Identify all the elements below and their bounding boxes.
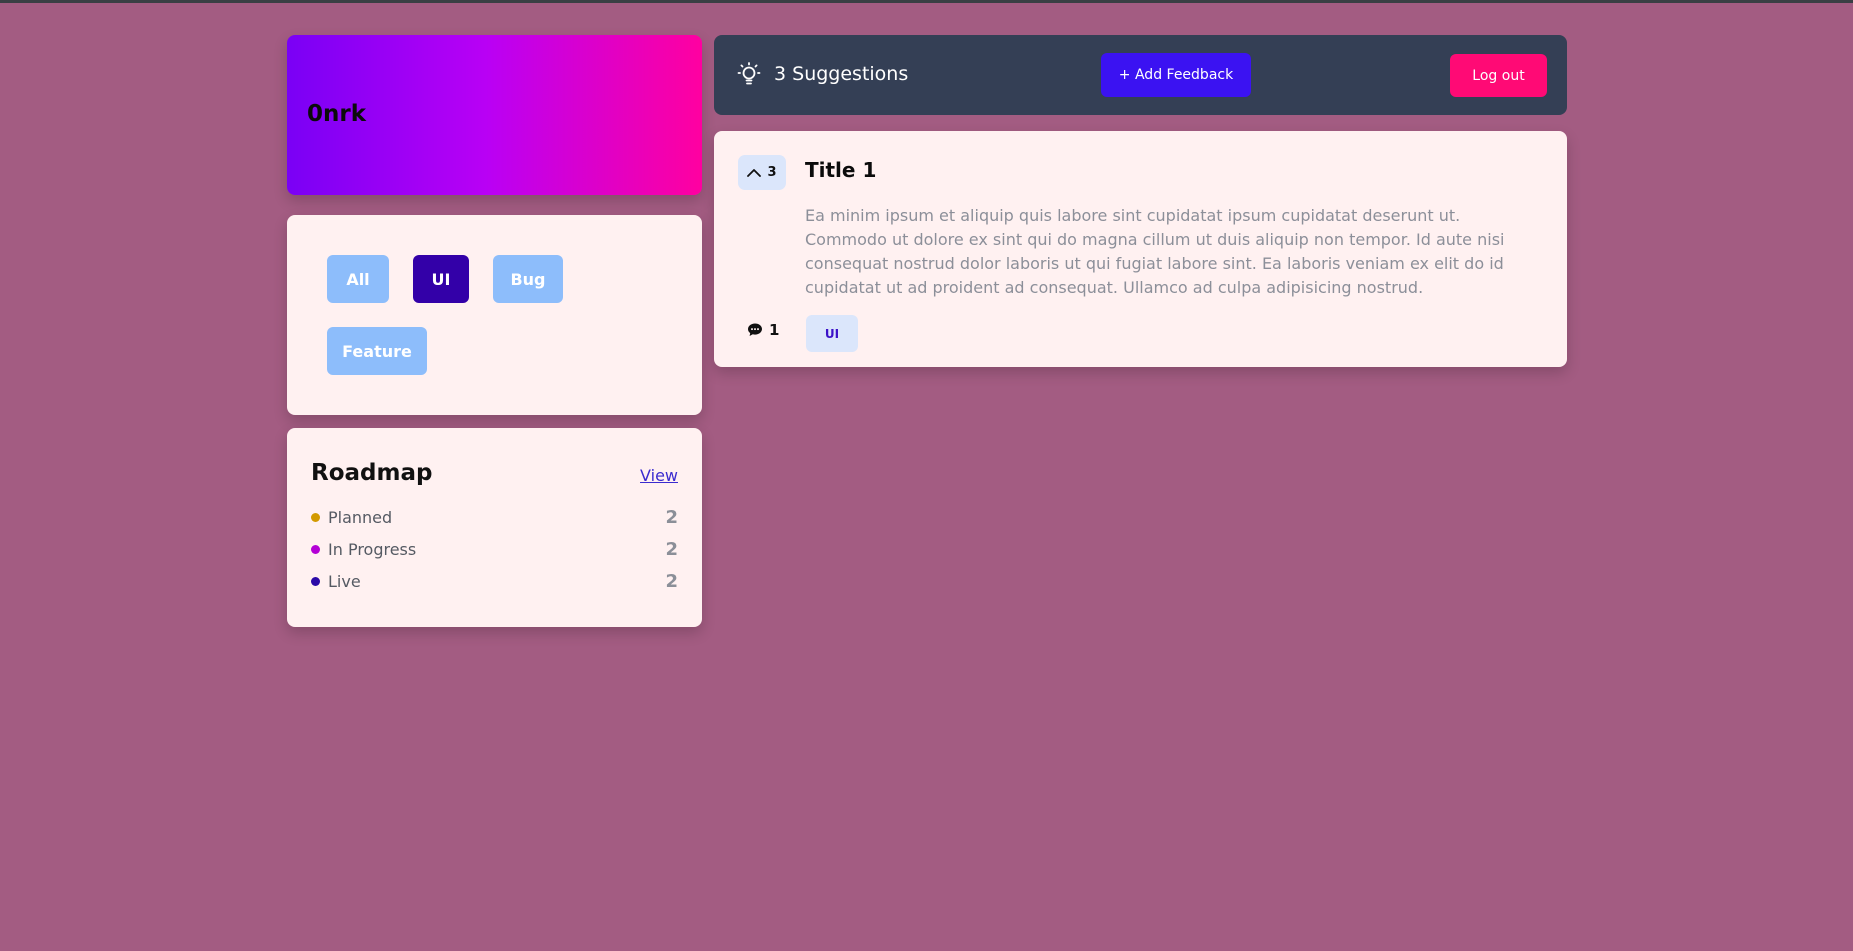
comment-count: 1 bbox=[769, 321, 780, 339]
chevron-up-icon bbox=[747, 168, 762, 177]
filter-chip-ui[interactable]: UI bbox=[413, 255, 469, 303]
feedback-tag: UI bbox=[806, 315, 858, 352]
roadmap-item-label: Planned bbox=[328, 507, 393, 527]
feedback-card[interactable]: 3 Title 1 Ea minim ipsum et aliquip quis… bbox=[714, 131, 1567, 367]
category-filter-card: All UI Bug Feature bbox=[287, 215, 702, 415]
roadmap-item-count: 2 bbox=[665, 538, 678, 560]
suggestions-header: 3 Suggestions + Add Feedback Log out bbox=[714, 35, 1567, 115]
roadmap-title: Roadmap bbox=[311, 460, 433, 486]
feedback-title[interactable]: Title 1 bbox=[805, 158, 876, 182]
filter-chip-all[interactable]: All bbox=[327, 255, 389, 303]
feedback-description: Ea minim ipsum et aliquip quis labore si… bbox=[805, 206, 1505, 297]
roadmap-item-in-progress: In Progress 2 bbox=[311, 537, 678, 561]
upvote-count: 3 bbox=[767, 165, 777, 180]
status-dot bbox=[311, 576, 320, 586]
filter-chip-feature[interactable]: Feature bbox=[327, 327, 427, 375]
top-border bbox=[0, 0, 1853, 3]
roadmap-view-link[interactable]: View bbox=[640, 466, 678, 485]
brand-card: 0nrk bbox=[287, 35, 702, 195]
logout-button[interactable]: Log out bbox=[1450, 54, 1547, 97]
comments-counter: 1 bbox=[747, 321, 779, 339]
roadmap-card: Roadmap View Planned 2 In Progress 2 Liv… bbox=[287, 428, 702, 627]
roadmap-item-count: 2 bbox=[665, 570, 678, 592]
comment-icon bbox=[748, 323, 762, 336]
roadmap-item-label: In Progress bbox=[328, 539, 417, 559]
add-feedback-button[interactable]: + Add Feedback bbox=[1101, 53, 1251, 97]
upvote-button[interactable]: 3 bbox=[738, 155, 786, 190]
roadmap-item-live: Live 2 bbox=[311, 569, 678, 593]
roadmap-item-planned: Planned 2 bbox=[311, 505, 678, 529]
suggestions-count: 3 Suggestions bbox=[774, 63, 909, 85]
brand-title: 0nrk bbox=[307, 101, 367, 127]
status-dot bbox=[311, 544, 320, 554]
filter-chip-bug[interactable]: Bug bbox=[493, 255, 563, 303]
lightbulb-icon bbox=[737, 62, 761, 85]
roadmap-item-label: Live bbox=[328, 571, 361, 591]
status-dot bbox=[311, 512, 320, 522]
roadmap-item-count: 2 bbox=[665, 506, 678, 528]
